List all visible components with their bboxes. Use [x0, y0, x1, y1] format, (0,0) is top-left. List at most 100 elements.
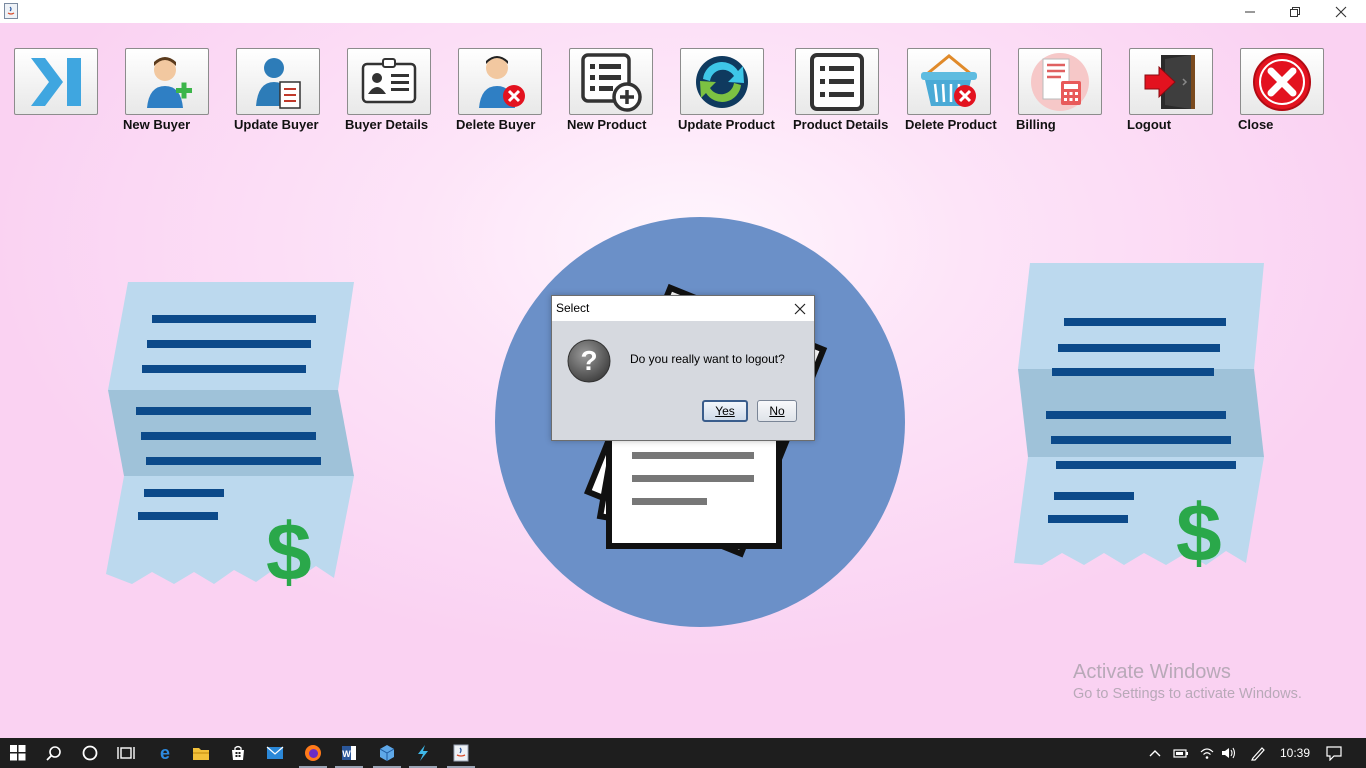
bolt-app-taskbar-button[interactable]: [405, 738, 441, 768]
restore-button[interactable]: [1272, 0, 1318, 23]
notification-icon: [1326, 746, 1342, 761]
svg-text:e: e: [160, 744, 170, 762]
task-view-button[interactable]: [108, 738, 144, 768]
delete-basket-icon: [921, 53, 977, 107]
bill-calculator-icon: [1031, 52, 1089, 111]
buyer-details-label: Buyer Details: [345, 117, 429, 132]
new-product-label: New Product: [567, 117, 647, 132]
minimize-icon: [1245, 11, 1255, 12]
action-center-button[interactable]: [1320, 738, 1348, 768]
skip-to-end-icon: [31, 57, 81, 106]
edit-user-icon: [256, 57, 301, 109]
update-buyer-button[interactable]: [236, 48, 320, 115]
product-details-button[interactable]: [795, 48, 879, 115]
no-button[interactable]: No: [757, 400, 797, 422]
task-view-icon: [117, 747, 135, 759]
update-buyer-label: Update Buyer: [234, 117, 319, 132]
windows-taskbar: e W 10:39: [0, 738, 1366, 768]
delete-product-button[interactable]: [907, 48, 991, 115]
delete-user-icon: [479, 55, 525, 108]
logout-label: Logout: [1127, 117, 1172, 132]
question-icon: ?: [567, 339, 611, 383]
java-app-icon: [4, 3, 18, 19]
yes-button[interactable]: Yes: [702, 400, 748, 422]
billing-label: Billing: [1016, 117, 1056, 132]
speaker-icon: [1222, 747, 1236, 759]
svg-text:?: ?: [580, 345, 597, 376]
wifi-icon: [1200, 748, 1214, 759]
firefox-icon: [305, 745, 321, 761]
add-list-icon: [581, 52, 642, 112]
list-icon: [810, 52, 864, 111]
refresh-icon: [696, 55, 748, 108]
cortana-button[interactable]: [72, 738, 108, 768]
chevron-up-icon: [1149, 750, 1161, 757]
cortana-icon: [82, 745, 98, 761]
add-user-icon: [147, 56, 192, 108]
logout-button[interactable]: [1129, 48, 1213, 115]
delete-buyer-button[interactable]: [458, 48, 542, 115]
delete-buyer-label: Delete Buyer: [456, 117, 536, 132]
volume-button[interactable]: [1217, 738, 1241, 768]
file-explorer-taskbar-button[interactable]: [183, 738, 219, 768]
close-icon: [1335, 6, 1347, 17]
new-buyer-label: New Buyer: [123, 117, 191, 132]
update-product-label: Update Product: [678, 117, 775, 132]
firefox-taskbar-button[interactable]: [295, 738, 331, 768]
receipt-illustration-right: $: [1014, 263, 1264, 571]
dialog-title: Select: [556, 301, 590, 315]
logout-door-icon: [1144, 54, 1195, 109]
logout-confirm-dialog: Select ? Do you really want to logout? Y…: [551, 295, 815, 441]
windows-start-icon: [10, 745, 26, 761]
cube-app-taskbar-button[interactable]: [369, 738, 405, 768]
id-card-icon: [361, 57, 417, 103]
store-icon: [232, 745, 244, 760]
word-icon: W: [342, 746, 356, 760]
dialog-message: Do you really want to logout?: [630, 352, 785, 366]
close-window-button[interactable]: [1318, 0, 1364, 23]
new-buyer-button[interactable]: [125, 48, 209, 115]
dollar-sign-left: $: [266, 507, 312, 588]
file-explorer-icon: [193, 748, 209, 760]
skip-end-button[interactable]: [14, 48, 98, 115]
java-app-icon: [453, 744, 469, 762]
billing-button[interactable]: [1018, 48, 1102, 115]
svg-text:W: W: [342, 749, 351, 759]
edge-taskbar-button[interactable]: e: [147, 738, 183, 768]
show-hidden-icons-button[interactable]: [1143, 738, 1167, 768]
restore-icon: [1290, 6, 1300, 17]
close-circle-icon: [1253, 52, 1311, 111]
word-taskbar-button[interactable]: W: [331, 738, 367, 768]
activate-windows-subtitle: Go to Settings to activate Windows.: [1073, 686, 1302, 702]
pen-icon: [1251, 747, 1265, 761]
network-button[interactable]: [1195, 738, 1219, 768]
delete-product-label: Delete Product: [905, 117, 997, 132]
minimize-button[interactable]: [1227, 0, 1273, 23]
pen-workspace-button[interactable]: [1245, 738, 1271, 768]
battery-button[interactable]: [1169, 738, 1193, 768]
window-titlebar: [0, 0, 1366, 23]
new-product-button[interactable]: [569, 48, 653, 115]
close-button[interactable]: [1240, 48, 1324, 115]
mail-icon: [266, 746, 284, 759]
java-app-taskbar-button[interactable]: [443, 738, 479, 768]
start-button[interactable]: [0, 738, 36, 768]
edge-icon: e: [160, 744, 170, 762]
close-icon: [794, 303, 806, 315]
mail-taskbar-button[interactable]: [257, 738, 293, 768]
dialog-close-button[interactable]: [790, 299, 810, 319]
bolt-app-icon: [418, 745, 428, 761]
store-taskbar-button[interactable]: [220, 738, 256, 768]
cube-app-icon: [379, 745, 395, 761]
update-product-button[interactable]: [680, 48, 764, 115]
product-details-label: Product Details: [793, 117, 889, 132]
taskbar-clock[interactable]: 10:39: [1280, 746, 1310, 760]
buyer-details-button[interactable]: [347, 48, 431, 115]
search-icon: [46, 746, 61, 761]
dollar-sign-right: $: [1176, 488, 1222, 571]
receipt-illustration-left: $: [106, 282, 354, 588]
taskbar-search-button[interactable]: [36, 738, 72, 768]
dialog-titlebar: Select: [552, 296, 814, 321]
battery-icon: [1173, 749, 1188, 758]
activate-windows-title: Activate Windows: [1073, 661, 1231, 683]
